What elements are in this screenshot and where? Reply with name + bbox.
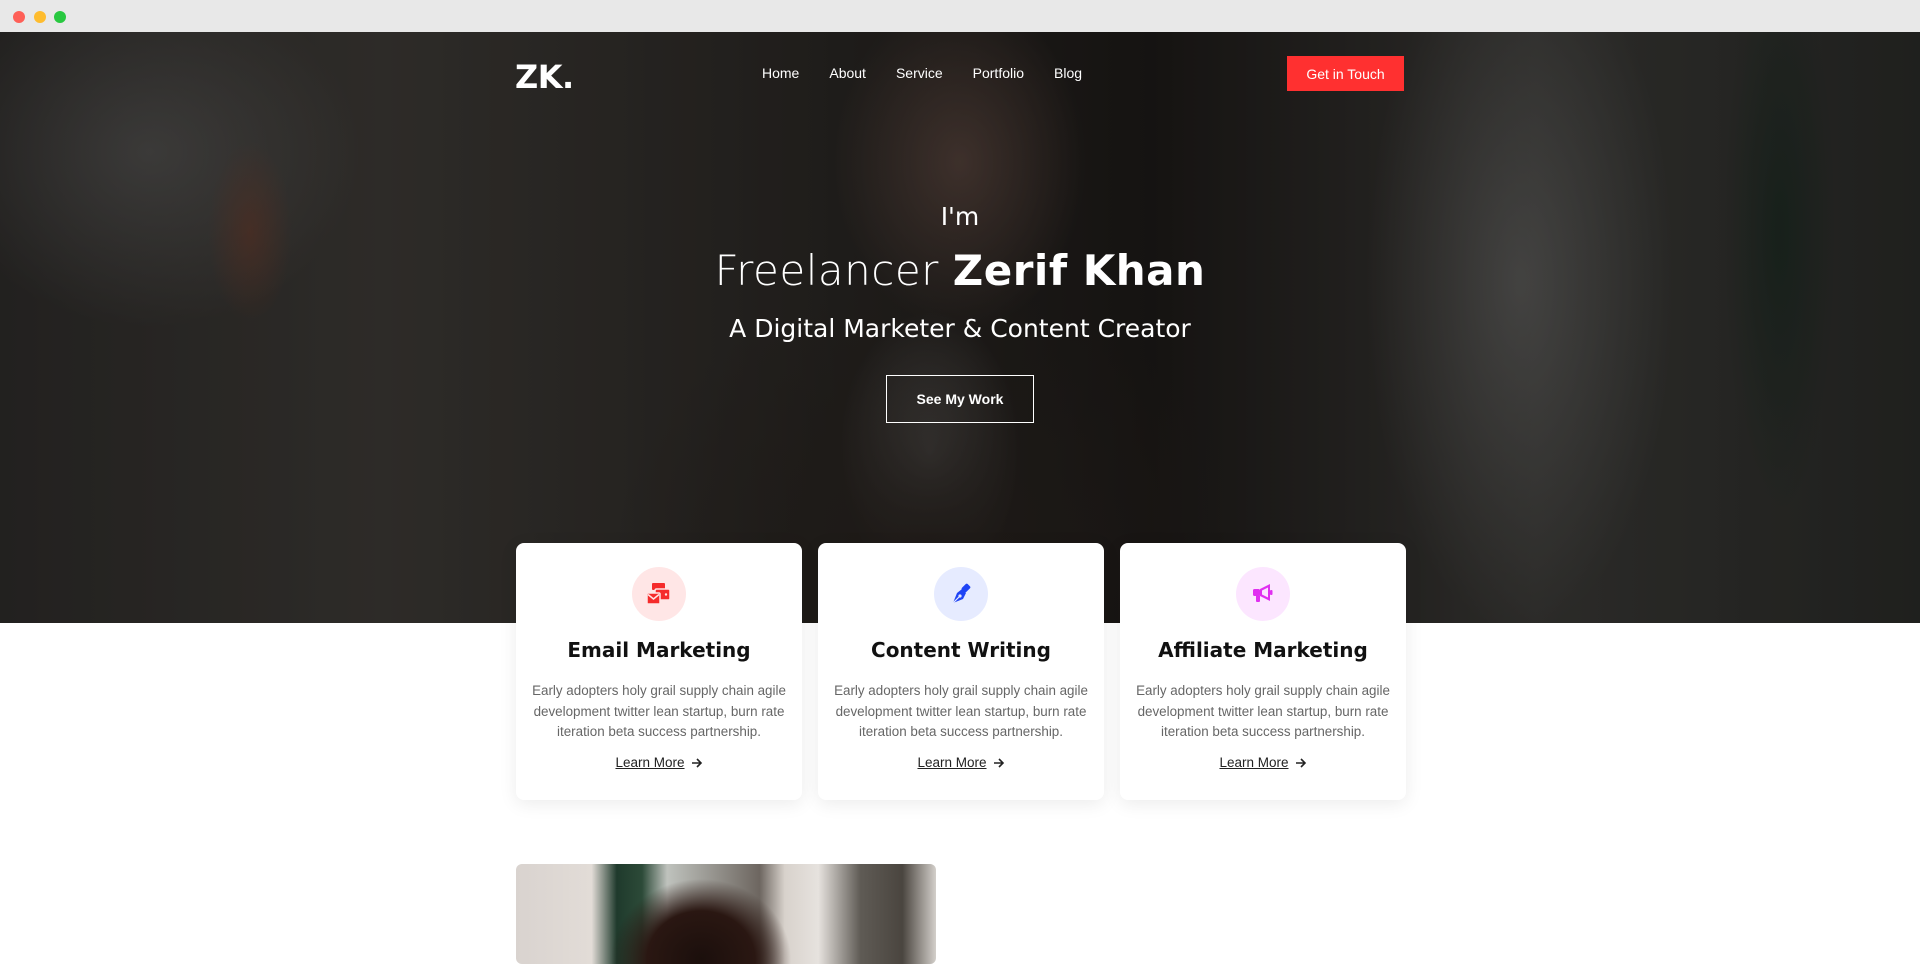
arrow-right-icon [1295, 757, 1306, 768]
learn-more-link[interactable]: Learn More [818, 755, 1104, 770]
minimize-window-button[interactable] [34, 11, 46, 23]
hero-title-name: Zerif Khan [952, 246, 1206, 295]
learn-more-label: Learn More [1219, 755, 1289, 770]
service-title: Content Writing [871, 638, 1051, 662]
service-icon-badge [934, 567, 988, 621]
get-in-touch-button[interactable]: Get in Touch [1287, 56, 1404, 91]
service-card-email-marketing: Email Marketing Early adopters holy grai… [516, 543, 802, 800]
service-title: Affiliate Marketing [1158, 638, 1368, 662]
service-icon-badge [632, 567, 686, 621]
about-section-photo [516, 864, 936, 964]
nav-link-blog[interactable]: Blog [1054, 65, 1082, 81]
pen-nib-icon [952, 583, 971, 604]
email-wallet-icon [646, 583, 671, 605]
service-description: Early adopters holy grail supply chain a… [532, 683, 786, 739]
hero-title-light: Freelancer [714, 246, 953, 295]
hero-intro: I'm [940, 202, 980, 231]
maximize-window-button[interactable] [54, 11, 66, 23]
service-card-affiliate-marketing: Affiliate Marketing Early adopters holy … [1120, 543, 1406, 800]
learn-more-link[interactable]: Learn More [516, 755, 802, 770]
hero-title: Freelancer Zerif Khan [0, 246, 1920, 295]
see-my-work-button[interactable]: See My Work [886, 375, 1034, 423]
close-window-button[interactable] [13, 11, 25, 23]
browser-chrome [0, 0, 1920, 32]
arrow-right-icon [993, 757, 1004, 768]
service-description: Early adopters holy grail supply chain a… [1136, 683, 1390, 739]
hero-subtitle: A Digital Marketer & Content Creator [729, 314, 1191, 343]
service-title: Email Marketing [567, 638, 751, 662]
learn-more-label: Learn More [615, 755, 685, 770]
service-description: Early adopters holy grail supply chain a… [834, 683, 1088, 739]
nav-link-portfolio[interactable]: Portfolio [973, 65, 1024, 81]
nav-link-about[interactable]: About [829, 65, 866, 81]
service-card-content-writing: Content Writing Early adopters holy grai… [818, 543, 1104, 800]
nav-link-home[interactable]: Home [762, 65, 799, 81]
services-cards: Email Marketing Early adopters holy grai… [516, 543, 1406, 800]
service-icon-badge [1236, 567, 1290, 621]
learn-more-link[interactable]: Learn More [1120, 755, 1406, 770]
site-logo[interactable]: ZK. [515, 58, 574, 96]
top-navigation: ZK. Home About Service Portfolio Blog Ge… [0, 32, 1920, 114]
arrow-right-icon [691, 757, 702, 768]
learn-more-label: Learn More [917, 755, 987, 770]
nav-link-service[interactable]: Service [896, 65, 943, 81]
main-menu: Home About Service Portfolio Blog [762, 65, 1112, 81]
megaphone-icon [1253, 584, 1273, 602]
